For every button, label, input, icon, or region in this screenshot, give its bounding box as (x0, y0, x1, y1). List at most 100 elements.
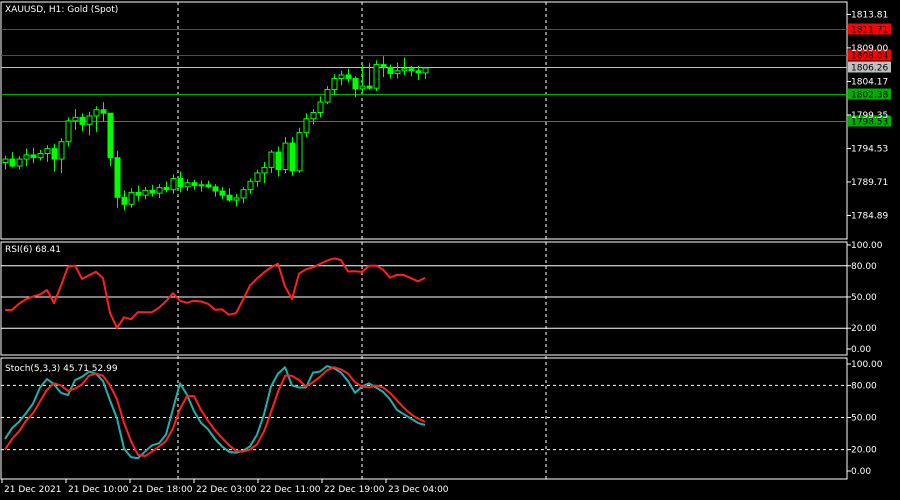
candle (212, 184, 219, 197)
candle (100, 102, 107, 122)
candle (226, 188, 233, 202)
candle-body-bear (352, 77, 359, 90)
candle-body-bear (345, 74, 352, 79)
candle (387, 64, 394, 79)
candle-body-bear (219, 190, 226, 196)
candle (107, 112, 114, 167)
candle (142, 186, 149, 200)
candle-body-bull (296, 132, 303, 172)
candle (345, 68, 352, 83)
candle-body-bear (212, 186, 219, 192)
candle (261, 161, 268, 184)
candle (86, 111, 93, 136)
candle (373, 60, 380, 91)
candle-body-bull (58, 141, 65, 160)
candle-body-bull (394, 70, 401, 75)
candle (121, 190, 128, 211)
candle-body-bull (16, 158, 23, 167)
time-axis-label: 21 Dec 18:00 (132, 485, 193, 495)
rsi-axis-label: 0.00 (851, 345, 871, 355)
candle (30, 147, 37, 164)
candle-body-bull (373, 64, 380, 89)
candle-body-bull (170, 178, 177, 191)
candle-body-bull (310, 112, 317, 120)
candle (219, 186, 226, 200)
candle-body-bear (107, 112, 114, 159)
candle-body-bull (247, 180, 254, 191)
price-axis-label: 1813.81 (851, 10, 888, 20)
candle (149, 184, 156, 197)
candle (51, 143, 58, 172)
candle-body-bear (408, 68, 415, 72)
candle-body-bull (317, 101, 324, 114)
price-level-tag-label: 1811.71 (851, 26, 888, 36)
candle-body-bear (149, 189, 156, 194)
candle-body-bull (142, 189, 149, 196)
time-axis-label: 23 Dec 04:00 (388, 485, 449, 495)
candle-body-bear (380, 64, 387, 68)
candle (415, 65, 422, 80)
candle (128, 188, 135, 208)
trading-chart-window: 1811.71 1808.04 1806.26 1802.38 1798.53 1813… (0, 0, 900, 500)
candle (198, 180, 205, 192)
candle-body-bear (366, 85, 373, 89)
candle (394, 62, 401, 79)
candle-body-bull (93, 109, 100, 117)
candle (177, 171, 184, 193)
candle (65, 117, 72, 147)
candle (37, 150, 44, 161)
candle-body-bear (114, 157, 121, 198)
candle-body-bull (184, 182, 191, 188)
rsi-axis-label: 20.00 (851, 324, 877, 334)
candle-body-bull (198, 184, 205, 187)
candle-body-bull (331, 77, 338, 91)
candle-body-bull (72, 116, 79, 122)
candle (338, 70, 345, 86)
main-pane-frame (0, 1, 848, 240)
candle (331, 74, 338, 96)
stoch-axis-label: 20.00 (851, 446, 877, 456)
candle (282, 136, 289, 173)
candle (310, 109, 317, 125)
time-axis-label: 22 Dec 11:00 (260, 485, 321, 495)
stoch-title: Stoch(5,3,3) 45.71 52.99 (5, 364, 118, 374)
rsi-pane-frame (0, 241, 848, 356)
candle (359, 64, 366, 93)
price-axis-label: 1799.35 (851, 111, 888, 121)
candle (2, 155, 9, 170)
main-chart-title: XAUUSD, H1: Gold (Spot) (5, 5, 118, 15)
candle-body-bear (135, 191, 142, 196)
candle (156, 184, 163, 198)
candle-body-bull (233, 197, 240, 201)
candle-body-bear (9, 158, 16, 167)
candle (23, 148, 30, 167)
time-axis-label: 21 Dec 2021 (4, 485, 62, 495)
time-axis-label: 21 Dec 10:00 (68, 485, 129, 495)
candle (296, 127, 303, 173)
rsi-axis-label: 80.00 (851, 262, 877, 272)
rsi-title: RSI(6) 68.41 (5, 245, 61, 255)
candle (401, 57, 408, 75)
price-axis-label: 1784.89 (851, 211, 888, 221)
candle-body-bull (422, 67, 429, 74)
time-axis-label: 22 Dec 19:00 (324, 485, 385, 495)
rsi-axis-label: 50.00 (851, 293, 877, 303)
candle-body-bull (156, 187, 163, 194)
candle (79, 113, 86, 132)
candle (233, 193, 240, 207)
candle-body-bear (289, 142, 296, 172)
chart-canvas[interactable]: 1811.711808.041806.261802.381798.53 1813… (0, 0, 900, 500)
candle-body-bear (30, 154, 37, 159)
candle-body-bull (240, 189, 247, 199)
candle (58, 138, 65, 173)
stoch-pane-frame (0, 357, 848, 480)
candle-body-bear (387, 66, 394, 75)
stoch-axis-label: 100.00 (851, 360, 883, 370)
candle (16, 156, 23, 170)
price-axis-label: 1804.17 (851, 77, 888, 87)
candle (268, 150, 275, 173)
candle-body-bull (359, 85, 366, 90)
candle-body-bull (338, 74, 345, 79)
candle (247, 178, 254, 194)
candle (317, 96, 324, 118)
